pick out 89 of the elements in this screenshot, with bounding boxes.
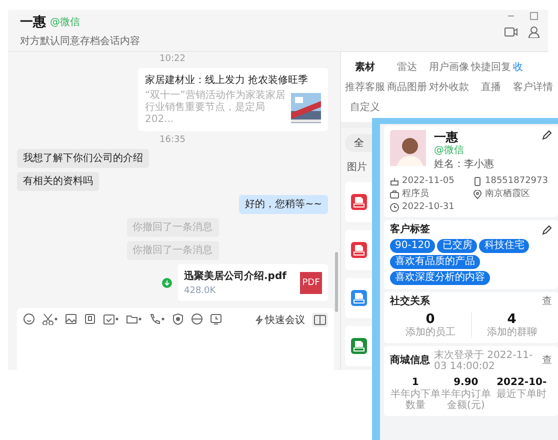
tag: 已交房 [437, 239, 478, 253]
section-title: 商城信息 [390, 355, 430, 367]
source-label: @微信 [434, 144, 465, 158]
phone-icon [473, 176, 482, 186]
detail-text: 18551872973 [485, 175, 548, 187]
stat-label: 半年内订单金额(元) [440, 389, 492, 411]
stat-value: 2022-10- [496, 376, 547, 388]
download-icon[interactable] [162, 278, 172, 288]
document-icon [351, 242, 367, 258]
tag: 喜欢有品质的产品 [390, 255, 480, 269]
pdf-file-icon: PDF [300, 272, 322, 294]
stat-value: 4 [507, 312, 516, 327]
panel-tab[interactable]: 快捷回复 [471, 60, 511, 74]
lightning-icon [255, 315, 263, 325]
panel-tab[interactable]: 自定义 [345, 100, 385, 114]
scrollbar[interactable] [335, 252, 338, 312]
collapse-link[interactable]: 收 [513, 60, 553, 74]
panel-tab[interactable]: 客户详情 [513, 80, 553, 94]
recall-notice: 你撤回了一条消息 [126, 241, 218, 260]
detail-text: 2022-11-05 [402, 175, 454, 187]
message-bubble: 好的，您稍等~~ [239, 195, 328, 214]
message-bubble: 我想了解下你们公司的介绍 [17, 149, 149, 168]
document-icon [351, 194, 367, 210]
detail-text: 南京栖霞区 [485, 188, 530, 200]
detail-text: 程序员 [402, 188, 429, 200]
stat-value: 1 [412, 376, 419, 388]
view-link[interactable]: 查 [542, 296, 552, 308]
video-call-icon[interactable] [504, 26, 518, 38]
timestamp: 16:35 [160, 135, 186, 145]
header-subtitle: 对方默认同意存档会话内容 [20, 34, 141, 48]
shield-icon[interactable] [172, 313, 184, 325]
source-label: @微信 [50, 16, 80, 29]
timestamp: 10:22 [160, 54, 186, 64]
section-title: 社交关系 [390, 296, 430, 308]
file-card[interactable]: 迅聚美居公司介绍.pdf 428.0K PDF [178, 264, 328, 301]
avatar-icon [390, 130, 426, 166]
folder-icon[interactable] [126, 313, 142, 325]
edit-icon[interactable] [542, 130, 552, 140]
quick-meeting-button[interactable]: 快速会议 [255, 313, 305, 327]
link-title: 家居建材业：线上发力 抢农装修旺季 [145, 74, 310, 87]
tag: 90-120 [390, 239, 436, 253]
image-icon[interactable] [65, 313, 77, 325]
stat-label: 添加的群聊 [486, 327, 537, 338]
scissors-icon[interactable] [42, 313, 58, 325]
clock-icon [390, 202, 399, 212]
tag: 科技住宅 [479, 239, 530, 253]
panel-tab[interactable]: 用户画像 [429, 60, 469, 74]
person-icon[interactable] [528, 26, 540, 38]
briefcase-icon [390, 190, 399, 198]
file-size: 428.0K [184, 286, 217, 296]
last-login-text: 末次登录于 2022-11-03 14:00:02 [434, 350, 534, 372]
cake-icon [390, 176, 399, 186]
edit-icon[interactable] [542, 225, 552, 235]
document-icon [351, 338, 367, 354]
recall-notice: 你撤回了一条消息 [126, 218, 218, 237]
screen-clock-icon[interactable] [210, 313, 222, 325]
stat-label: 半年内下单数量 [390, 389, 440, 411]
location-pin-icon [473, 190, 482, 198]
panel-tab[interactable]: 雷达 [387, 60, 427, 74]
file-name: 迅聚美居公司介绍.pdf [184, 269, 288, 283]
panel-toggle-button[interactable] [312, 313, 328, 327]
stat-label: 添加的员工 [405, 327, 456, 338]
stat-label: 最近下单时 [496, 389, 547, 400]
detail-text: 2022-10-31 [402, 201, 454, 213]
tag: 喜欢深度分析的内容 [390, 271, 490, 285]
phone-icon[interactable] [149, 313, 165, 325]
stat-value: 0 [426, 312, 435, 327]
calendar-icon[interactable] [103, 313, 119, 325]
panel-tab[interactable]: 直播 [471, 80, 511, 94]
section-label: 图片 [347, 160, 367, 174]
panel-tab[interactable]: 商品图册 [387, 80, 427, 94]
panel-tab[interactable]: 素材 [345, 60, 385, 74]
square-icon[interactable] [84, 313, 96, 325]
link-card[interactable]: 家居建材业：线上发力 抢农装修旺季 “双十一”营销活动作为家装家居行业销售重要节点，是定局202... [138, 68, 328, 131]
emoji-icon[interactable] [23, 313, 35, 325]
minus-circle-icon[interactable] [191, 313, 203, 325]
maximize-icon[interactable] [529, 12, 539, 20]
panel-tab[interactable]: 对外收款 [429, 80, 469, 94]
sidebar-icon [314, 315, 326, 325]
view-link[interactable]: 查 [542, 355, 552, 367]
panel-tab[interactable]: 推荐客服 [345, 80, 385, 94]
document-icon [351, 290, 367, 306]
contact-name: 一惠 [434, 130, 458, 144]
message-bubble: 有相关的资料吗 [17, 172, 99, 191]
section-title: 客户标签 [390, 224, 430, 236]
link-description: “双十一”营销活动作为家装家居行业销售重要节点，是定局202... [145, 90, 286, 126]
real-name: 姓名：李小惠 [434, 158, 495, 172]
stat-value: 9.90 [454, 376, 478, 388]
contact-name: 一惠 [20, 14, 46, 31]
